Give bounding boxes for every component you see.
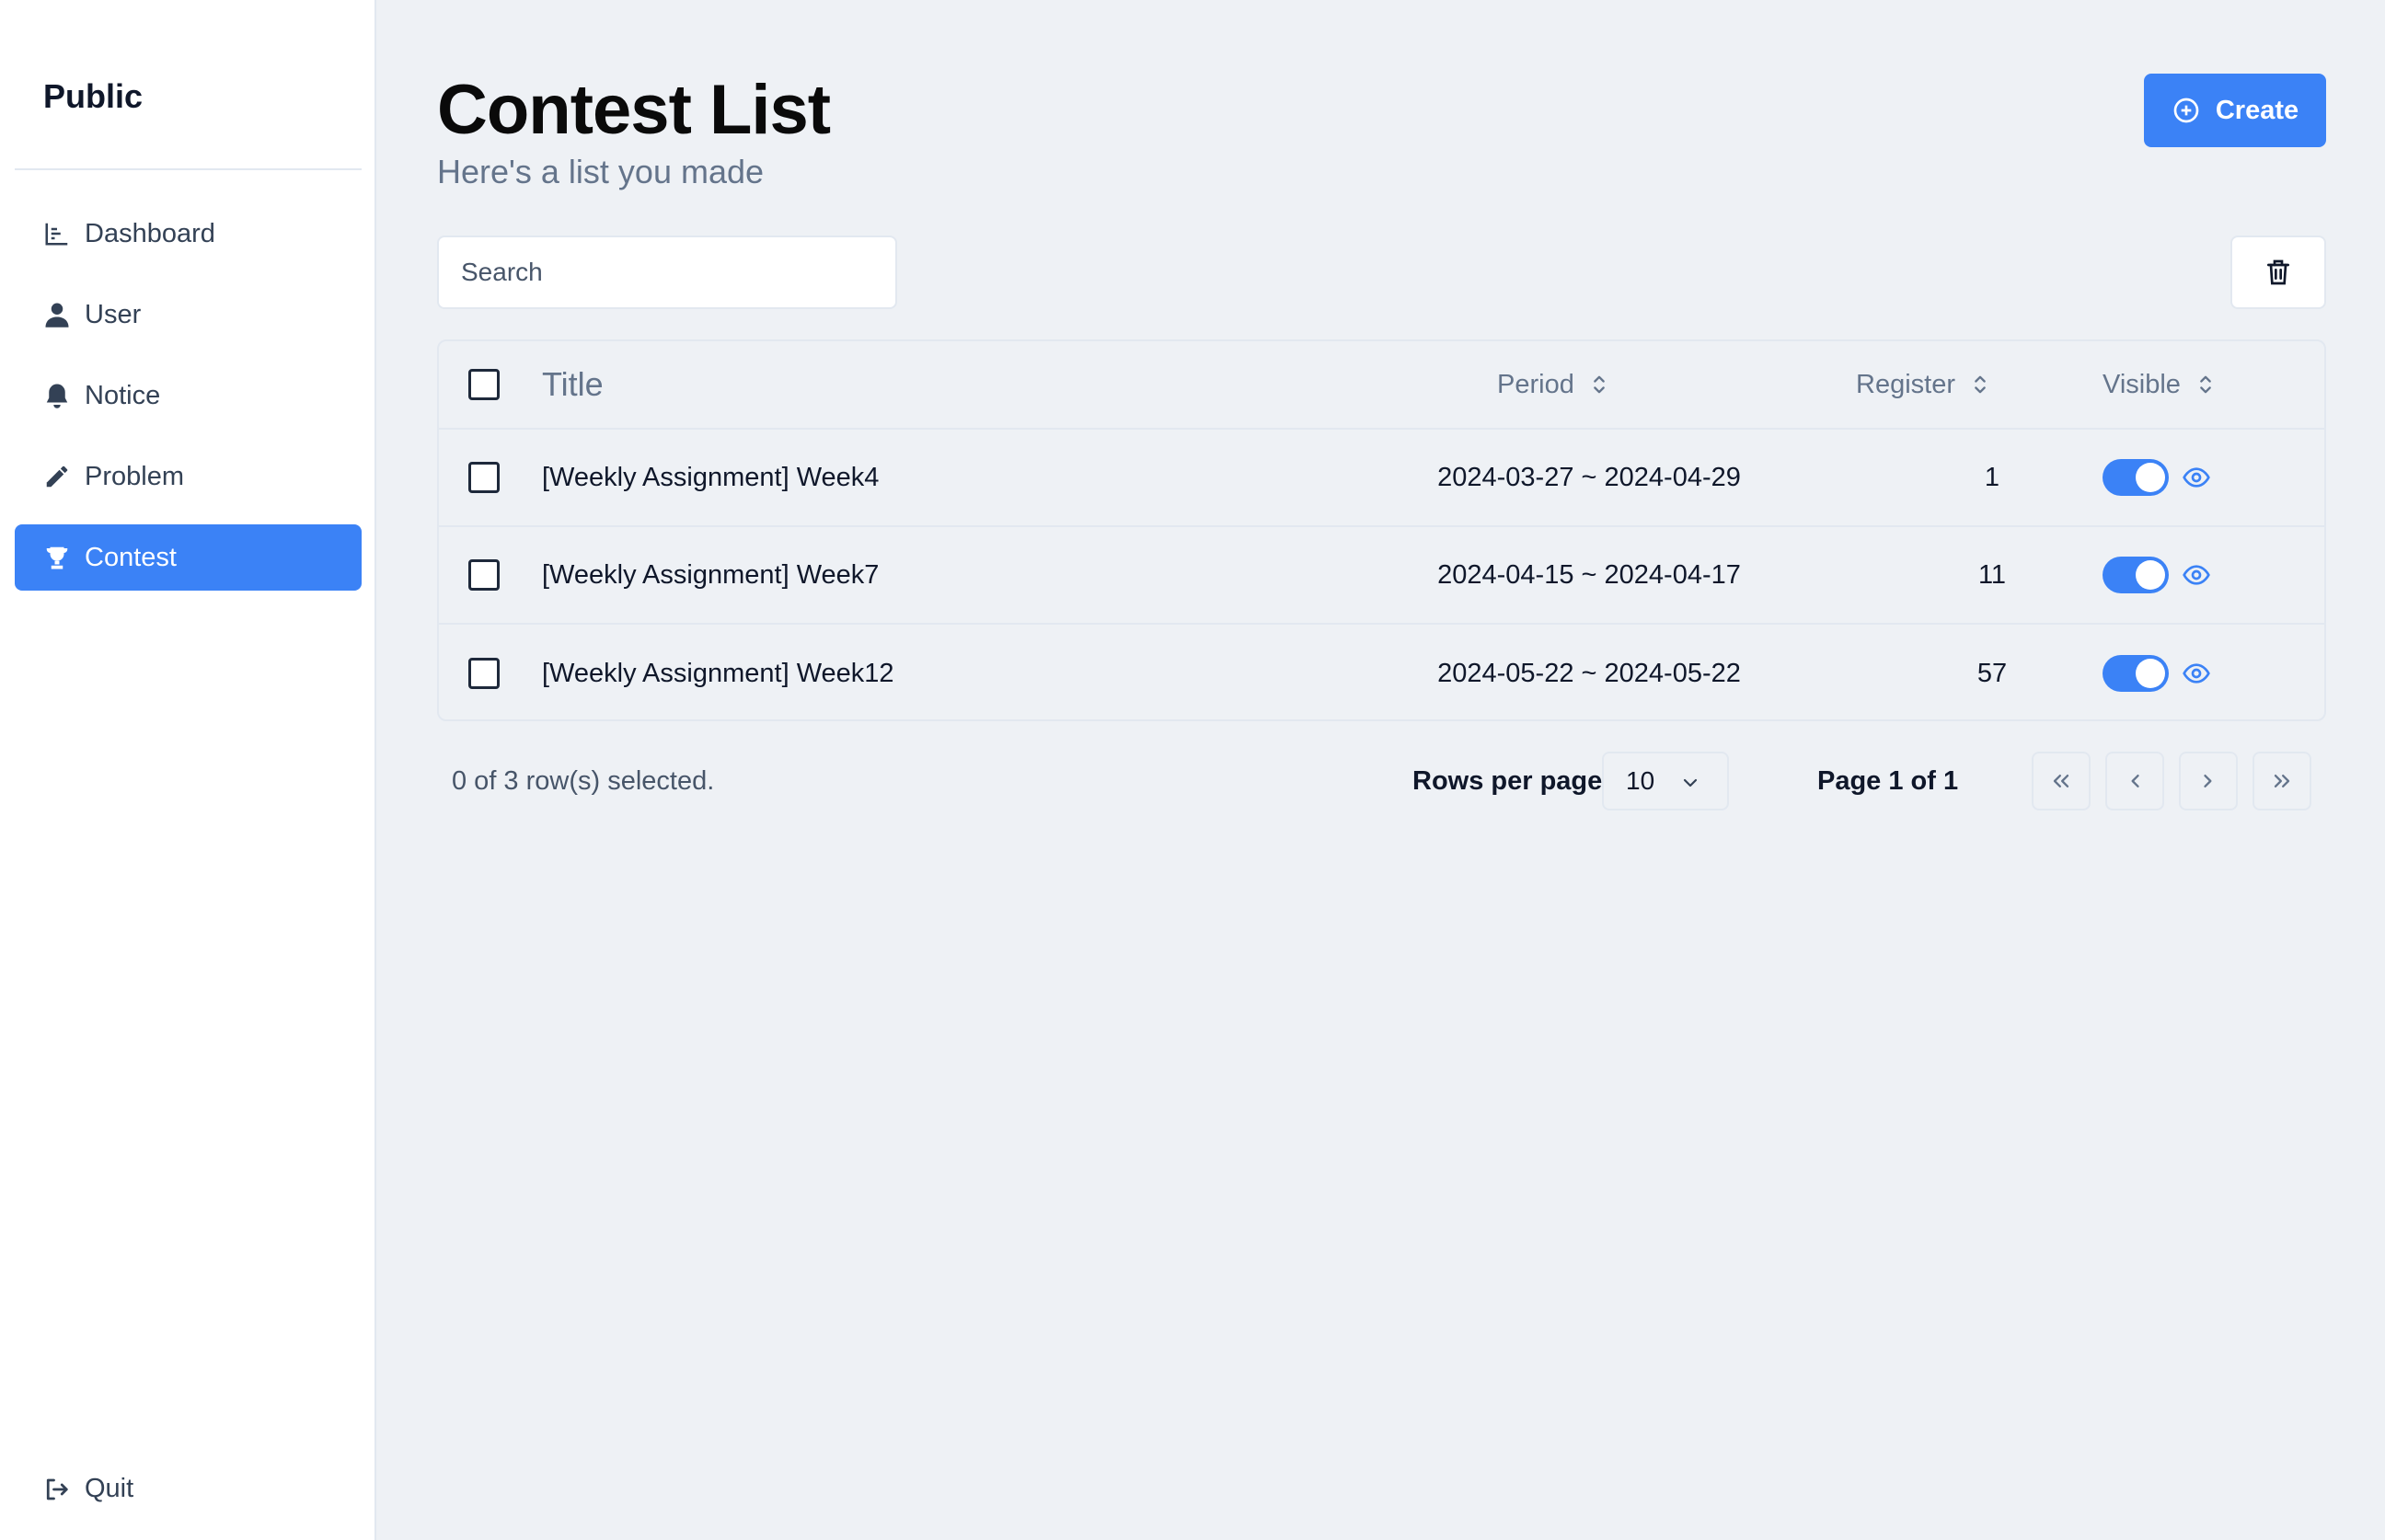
sidebar-item-label: Problem <box>85 461 184 491</box>
create-button-label: Create <box>2215 95 2299 125</box>
sidebar-item-label: User <box>85 299 142 329</box>
toggle-knob <box>2136 560 2165 590</box>
table-row[interactable]: [Weekly Assignment] Week4 2024-03-27 ~ 2… <box>439 430 2324 527</box>
table-row[interactable]: [Weekly Assignment] Week7 2024-04-15 ~ 2… <box>439 527 2324 625</box>
contest-table: Title Period Register Visible [Weekly As… <box>437 339 2326 721</box>
contest-register-count: 57 <box>1976 658 2008 688</box>
visible-toggle[interactable] <box>2103 557 2169 593</box>
quit-button[interactable]: Quit <box>42 1474 133 1504</box>
quit-label: Quit <box>85 1474 134 1503</box>
contest-title: [Weekly Assignment] Week12 <box>542 658 894 688</box>
row-checkbox[interactable] <box>468 658 500 689</box>
select-all-checkbox[interactable] <box>468 369 500 400</box>
toggle-knob <box>2136 659 2165 688</box>
chevrons-left-icon <box>2053 775 2069 787</box>
plus-circle-icon <box>2173 98 2199 123</box>
user-icon <box>42 300 72 329</box>
sidebar-item-user[interactable]: User <box>15 282 362 348</box>
page-indicator: Page 1 of 1 <box>1817 766 1959 796</box>
column-header-title: Title <box>542 365 604 403</box>
pencil-icon <box>42 462 72 491</box>
brand-title: Public <box>43 77 144 115</box>
previous-page-button[interactable] <box>2105 752 2164 810</box>
row-checkbox[interactable] <box>468 559 500 591</box>
sidebar-item-label: Dashboard <box>85 218 215 248</box>
rows-per-page-value: 10 <box>1626 766 1655 795</box>
sidebar-divider <box>15 168 362 170</box>
trash-icon <box>2267 259 2289 285</box>
column-header-period-label: Period <box>1497 369 1574 399</box>
page-subtitle: Here's a list you made <box>437 153 765 190</box>
contest-period: 2024-03-27 ~ 2024-04-29 <box>1437 462 1741 492</box>
sidebar-item-notice[interactable]: Notice <box>15 362 362 429</box>
rows-per-page-label: Rows per page <box>1412 766 1603 796</box>
eye-icon[interactable] <box>2182 463 2211 492</box>
visible-toggle[interactable] <box>2103 459 2169 496</box>
row-checkbox[interactable] <box>468 462 500 493</box>
sort-icon <box>2200 375 2211 394</box>
visible-toggle[interactable] <box>2103 655 2169 692</box>
eye-icon[interactable] <box>2182 659 2211 688</box>
table-header-row: Title Period Register Visible <box>439 341 2324 430</box>
toggle-knob <box>2136 463 2165 492</box>
last-page-button[interactable] <box>2252 752 2311 810</box>
bell-icon <box>42 381 72 410</box>
chevron-down-icon <box>1683 778 1698 787</box>
chevron-right-icon <box>2204 775 2212 787</box>
table-row[interactable]: [Weekly Assignment] Week12 2024-05-22 ~ … <box>439 625 2324 719</box>
sidebar: Public Dashboard User Notice Problem Con… <box>0 0 376 1540</box>
search-input[interactable] <box>437 236 897 309</box>
sidebar-item-label: Contest <box>85 542 177 572</box>
chart-bar-icon <box>42 219 72 248</box>
contest-register-count: 11 <box>1977 559 2007 590</box>
trophy-icon <box>42 543 72 572</box>
sort-icon <box>1593 375 1605 394</box>
next-page-button[interactable] <box>2179 752 2238 810</box>
page-title: Contest List <box>437 71 831 149</box>
column-header-register-label: Register <box>1856 369 1955 399</box>
first-page-button[interactable] <box>2032 752 2091 810</box>
create-button[interactable]: Create <box>2144 74 2326 147</box>
sidebar-item-dashboard[interactable]: Dashboard <box>15 201 362 267</box>
sort-icon <box>1975 375 1986 394</box>
sidebar-item-problem[interactable]: Problem <box>15 443 362 510</box>
sidebar-item-label: Notice <box>85 380 161 410</box>
logout-icon <box>42 1475 72 1504</box>
sidebar-item-contest[interactable]: Contest <box>15 524 362 591</box>
eye-icon[interactable] <box>2182 560 2211 590</box>
contest-title: [Weekly Assignment] Week4 <box>542 462 880 492</box>
column-header-period[interactable]: Period <box>1497 370 1609 400</box>
contest-title: [Weekly Assignment] Week7 <box>542 559 880 590</box>
contest-register-count: 1 <box>1984 462 2000 492</box>
chevron-left-icon <box>2131 775 2139 787</box>
selected-row-count: 0 of 3 row(s) selected. <box>452 766 715 796</box>
contest-period: 2024-04-15 ~ 2024-04-17 <box>1437 559 1741 590</box>
contest-period: 2024-05-22 ~ 2024-05-22 <box>1437 658 1741 688</box>
delete-button[interactable] <box>2230 236 2326 309</box>
sidebar-nav: Dashboard User Notice Problem Contest <box>15 201 362 605</box>
rows-per-page-select[interactable]: 10 <box>1602 752 1729 810</box>
chevrons-right-icon <box>2274 775 2290 787</box>
column-header-visible[interactable]: Visible <box>2103 370 2216 400</box>
column-header-visible-label: Visible <box>2103 369 2181 399</box>
column-header-register[interactable]: Register <box>1856 370 1990 400</box>
